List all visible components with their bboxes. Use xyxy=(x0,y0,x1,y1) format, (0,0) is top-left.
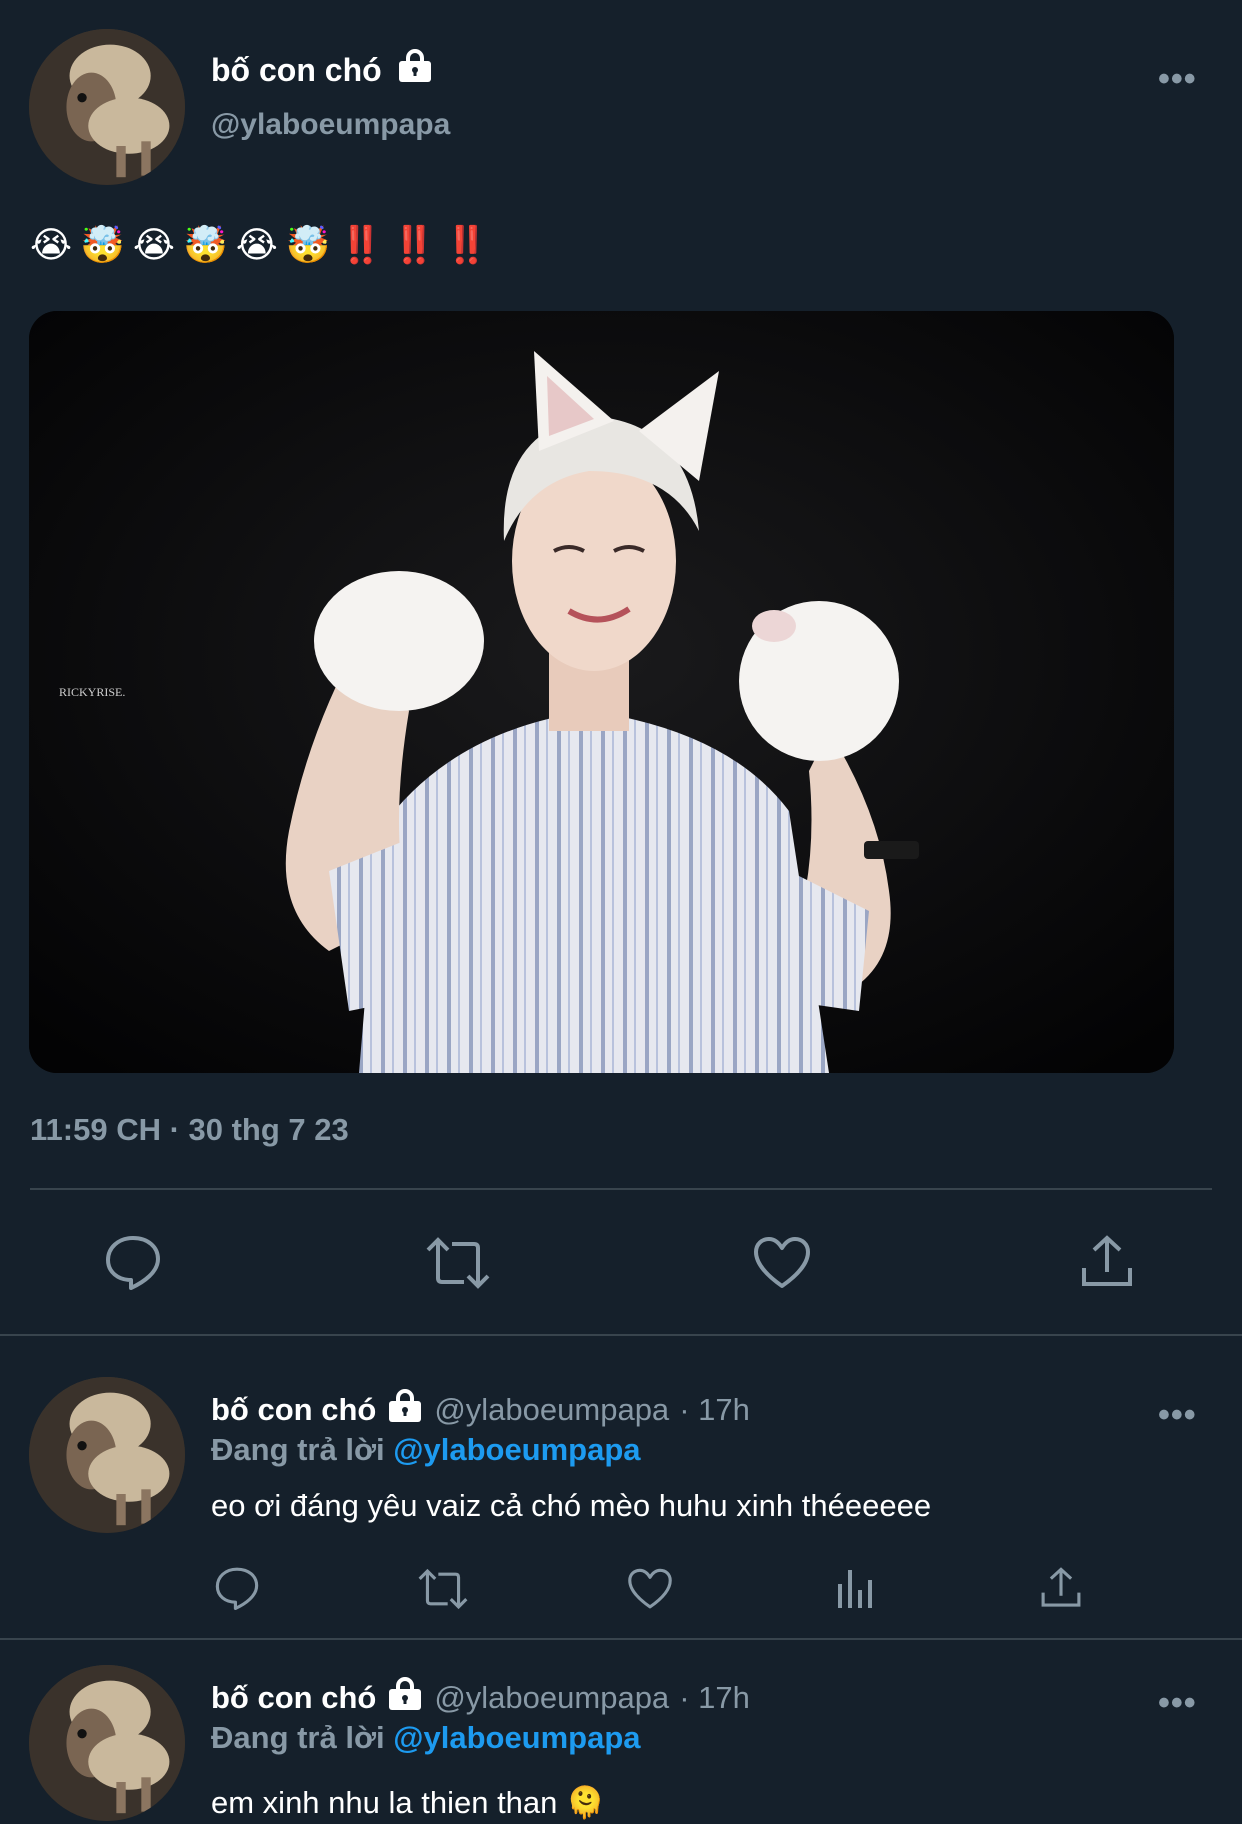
author-avatar[interactable] xyxy=(29,29,185,185)
lock-icon xyxy=(396,48,434,92)
replying-label: Đang trả lời xyxy=(211,1432,385,1467)
tweet-media-image[interactable]: RICKYRISE. xyxy=(29,311,1174,1073)
replying-to: Đang trả lời @ylaboeumpapa xyxy=(211,1720,641,1756)
reply-divider xyxy=(0,1638,1242,1640)
reply-author-handle[interactable]: @ylaboeumpapa xyxy=(434,1392,669,1428)
image-watermark: RICKYRISE. xyxy=(59,685,125,699)
speech-bubble-icon xyxy=(215,1567,259,1610)
reply-author-name[interactable]: bố con chó xyxy=(211,1680,376,1716)
reply-time[interactable]: · 17h xyxy=(679,1392,750,1428)
lock-icon xyxy=(386,1676,424,1720)
author-handle[interactable]: @ylaboeumpapa xyxy=(211,108,450,142)
more-dots-icon[interactable]: ••• xyxy=(1158,1398,1197,1432)
retweet-button[interactable] xyxy=(424,1236,492,1290)
media-photo: RICKYRISE. xyxy=(29,311,1174,1073)
views-button[interactable] xyxy=(836,1566,876,1610)
reply-header: bố con chó @ylaboeumpapa · 17h xyxy=(211,1388,750,1432)
bar-chart-icon xyxy=(838,1570,872,1608)
speech-bubble-icon xyxy=(106,1236,160,1290)
author-name-text: bố con chó xyxy=(211,51,382,88)
tweet-timestamp[interactable]: 11:59 CH · 30 thg 7 23 xyxy=(30,1112,349,1148)
thread-divider xyxy=(0,1334,1242,1336)
reply-time[interactable]: · 17h xyxy=(679,1680,750,1716)
replying-to: Đang trả lời @ylaboeumpapa xyxy=(211,1432,641,1468)
replying-label: Đang trả lời xyxy=(211,1720,385,1755)
reply-text: eo ơi đáng yêu vaiz cả chó mèo huhu xinh… xyxy=(211,1488,932,1523)
reply-button[interactable] xyxy=(214,1566,260,1610)
retweet-button[interactable] xyxy=(416,1568,470,1610)
reply-header: bố con chó @ylaboeumpapa · 17h xyxy=(211,1676,750,1720)
timestamp-divider xyxy=(30,1188,1212,1190)
replying-mention[interactable]: @ylaboeumpapa xyxy=(393,1432,640,1467)
like-button[interactable] xyxy=(627,1568,673,1610)
more-dots-icon[interactable]: ••• xyxy=(1158,1686,1197,1720)
tweet-text: 😭🤯😭🤯😭🤯‼️‼️‼️ xyxy=(30,224,498,265)
lock-icon xyxy=(386,1388,424,1432)
reply-button[interactable] xyxy=(104,1234,162,1290)
reply-avatar[interactable] xyxy=(29,1665,185,1821)
reply-author-name[interactable]: bố con chó xyxy=(211,1392,376,1428)
author-name[interactable]: bố con chó xyxy=(211,48,434,92)
retweet-icon xyxy=(426,1237,490,1289)
reply-text: em xinh nhu la thien than 🫠 xyxy=(211,1785,605,1820)
share-button[interactable] xyxy=(1040,1566,1082,1610)
retweet-icon xyxy=(418,1568,468,1610)
share-icon xyxy=(1041,1567,1081,1607)
share-icon xyxy=(1082,1235,1132,1286)
reply-author-handle[interactable]: @ylaboeumpapa xyxy=(434,1680,669,1716)
share-button[interactable] xyxy=(1080,1234,1134,1290)
like-button[interactable] xyxy=(753,1236,811,1290)
heart-icon xyxy=(754,1237,810,1288)
heart-icon xyxy=(628,1568,672,1609)
more-dots-icon[interactable]: ••• xyxy=(1158,62,1197,96)
replying-mention[interactable]: @ylaboeumpapa xyxy=(393,1720,640,1755)
reply-avatar[interactable] xyxy=(29,1377,185,1533)
